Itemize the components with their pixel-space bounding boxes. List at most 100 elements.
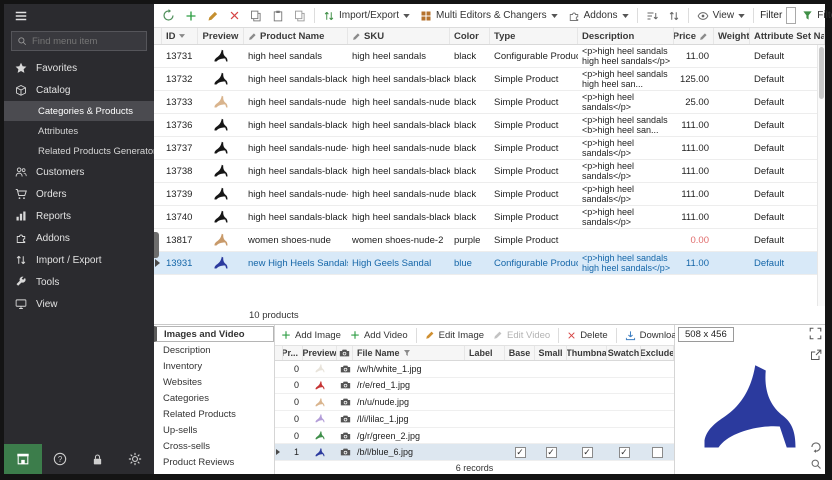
table-row[interactable]: 13733 high heel sandals-nude high heel s… bbox=[154, 91, 825, 114]
store-button[interactable] bbox=[4, 444, 42, 474]
duplicate-button[interactable] bbox=[290, 6, 310, 26]
image-row[interactable]: 0 /r/e/red_1.jpg bbox=[275, 378, 674, 395]
copy-button[interactable] bbox=[246, 6, 266, 26]
settings-button[interactable] bbox=[117, 444, 155, 474]
tab-up-sells[interactable]: Up-sells bbox=[154, 422, 274, 438]
fullscreen-button[interactable] bbox=[809, 327, 822, 340]
sidebar-item-favorites[interactable]: Favorites bbox=[4, 57, 154, 79]
column-header-camera[interactable] bbox=[337, 346, 353, 360]
sidebar-item-orders[interactable]: Orders bbox=[4, 183, 154, 205]
column-header-preview[interactable]: Preview bbox=[303, 346, 337, 360]
sort-button[interactable] bbox=[642, 6, 662, 26]
help-button[interactable] bbox=[42, 444, 80, 474]
scrollbar-thumb[interactable] bbox=[819, 47, 824, 99]
delete-product-button[interactable] bbox=[225, 6, 244, 26]
column-header-sku[interactable]: SKU bbox=[348, 28, 450, 44]
base-checkbox-cell[interactable] bbox=[505, 447, 535, 458]
delete-image-button[interactable]: Delete bbox=[564, 325, 610, 345]
table-row[interactable]: 13731 high heel sandals high heel sandal… bbox=[154, 45, 825, 68]
sidebar-item-related-products-generator[interactable]: Related Products Generator bbox=[4, 141, 154, 161]
edit-product-button[interactable] bbox=[203, 6, 223, 26]
swatch-checkbox[interactable] bbox=[619, 447, 630, 458]
image-row[interactable]: 0 /l/i/lilac_1.jpg bbox=[275, 411, 674, 428]
sidebar-item-categories-products[interactable]: Categories & Products bbox=[4, 101, 154, 121]
sidebar-item-customers[interactable]: Customers bbox=[4, 161, 154, 183]
image-row[interactable]: 0 /w/h/white_1.jpg bbox=[275, 361, 674, 378]
view-menu[interactable]: View bbox=[693, 6, 750, 26]
column-header-color[interactable]: Color bbox=[450, 28, 490, 44]
base-checkbox[interactable] bbox=[515, 447, 526, 458]
edit-image-button[interactable]: Edit Image bbox=[422, 325, 487, 345]
sidebar-item-import-export[interactable]: Import / Export bbox=[4, 249, 154, 271]
image-row-selected[interactable]: 1 /b/l/blue_6.jpg bbox=[275, 444, 674, 461]
sort-columns-button[interactable] bbox=[664, 6, 684, 26]
sidebar-item-view[interactable]: View bbox=[4, 293, 154, 315]
table-row[interactable]: 13732 high heel sandals-black high heel … bbox=[154, 68, 825, 91]
column-header-small[interactable]: Small bbox=[535, 346, 567, 360]
filter-select[interactable]: Show products from selected categories bbox=[786, 7, 796, 24]
sidebar-item-attributes[interactable]: Attributes bbox=[4, 121, 154, 141]
tab-inventory[interactable]: Inventory bbox=[154, 358, 274, 374]
tab-related-products[interactable]: Related Products bbox=[154, 406, 274, 422]
vertical-scrollbar[interactable] bbox=[817, 45, 825, 306]
sidebar-item-catalog[interactable]: Catalog bbox=[4, 79, 154, 101]
tab-description[interactable]: Description bbox=[154, 342, 274, 358]
splitter-handle[interactable] bbox=[154, 232, 159, 258]
multi-editors-menu[interactable]: Multi Editors & Changers bbox=[416, 6, 562, 26]
thumbnail-checkbox[interactable] bbox=[582, 447, 593, 458]
thumbnail-checkbox-cell[interactable] bbox=[567, 447, 607, 458]
tab-websites[interactable]: Websites bbox=[154, 374, 274, 390]
sidebar-item-addons[interactable]: Addons bbox=[4, 227, 154, 249]
small-checkbox-cell[interactable] bbox=[535, 447, 567, 458]
filters-menu[interactable]: Filters bbox=[798, 6, 832, 26]
exclude-checkbox[interactable] bbox=[652, 447, 663, 458]
column-header-priority[interactable]: Pr... bbox=[283, 346, 303, 360]
column-header-description[interactable]: Description bbox=[578, 28, 674, 44]
rotate-button[interactable] bbox=[810, 441, 822, 453]
image-row[interactable]: 0 /g/r/green_2.jpg bbox=[275, 428, 674, 445]
tab-cross-sells[interactable]: Cross-sells bbox=[154, 438, 274, 454]
column-header-id[interactable]: ID bbox=[162, 28, 198, 44]
add-product-button[interactable] bbox=[181, 6, 201, 26]
tab-images-and-video[interactable]: Images and Video bbox=[154, 326, 274, 342]
paste-button[interactable] bbox=[268, 6, 288, 26]
column-header-thumbnail[interactable]: Thumbna bbox=[567, 346, 607, 360]
import-export-menu[interactable]: Import/Export bbox=[319, 6, 414, 26]
add-video-button[interactable]: Add Video bbox=[347, 325, 411, 345]
lock-button[interactable] bbox=[79, 444, 117, 474]
zoom-button[interactable] bbox=[810, 458, 822, 470]
column-header-exclude[interactable]: Exclude bbox=[641, 346, 674, 360]
table-row[interactable]: 13739 high heel sandals-nude-37 high hee… bbox=[154, 183, 825, 206]
column-header-preview[interactable]: Preview bbox=[198, 28, 244, 44]
table-row[interactable]: 13736 high heel sandals-black-36 high he… bbox=[154, 114, 825, 137]
table-row[interactable]: 13817 women shoes-nude women shoes-nude-… bbox=[154, 229, 825, 252]
add-image-button[interactable]: Add Image bbox=[278, 325, 344, 345]
small-checkbox[interactable] bbox=[546, 447, 557, 458]
sidebar-search[interactable] bbox=[11, 31, 147, 51]
column-header-attribute-set[interactable]: Attribute Set Name bbox=[750, 28, 825, 44]
table-row-selected[interactable]: 13931 new High Heels Sandals High Geels … bbox=[154, 252, 825, 275]
column-header-product-name[interactable]: Product Name bbox=[244, 28, 348, 44]
column-header-swatch[interactable]: Swatch bbox=[607, 346, 641, 360]
table-row[interactable]: 13737 high heel sandals-nude-36 high hee… bbox=[154, 137, 825, 160]
open-external-button[interactable] bbox=[810, 349, 822, 361]
column-header-file-name[interactable]: File Name bbox=[353, 346, 465, 360]
menu-search-input[interactable] bbox=[32, 36, 141, 47]
hamburger-menu-button[interactable] bbox=[4, 4, 154, 28]
column-header-base[interactable]: Base bbox=[505, 346, 535, 360]
tab-product-reviews[interactable]: Product Reviews bbox=[154, 454, 274, 470]
column-header-price[interactable]: Price bbox=[674, 28, 714, 44]
addons-menu[interactable]: Addons bbox=[564, 6, 633, 26]
column-header-label[interactable]: Label bbox=[465, 346, 505, 360]
swatch-checkbox-cell[interactable] bbox=[607, 447, 641, 458]
refresh-button[interactable] bbox=[158, 6, 179, 26]
column-header-weight[interactable]: Weight bbox=[714, 28, 750, 44]
edit-video-button[interactable]: Edit Video bbox=[490, 325, 553, 345]
sidebar-item-tools[interactable]: Tools bbox=[4, 271, 154, 293]
column-header-type[interactable]: Type bbox=[490, 28, 578, 44]
table-row[interactable]: 13738 high heel sandals-black-37 high he… bbox=[154, 160, 825, 183]
table-row[interactable]: 13740 high heel sandals-black-38 high he… bbox=[154, 206, 825, 229]
tab-categories[interactable]: Categories bbox=[154, 390, 274, 406]
exclude-checkbox-cell[interactable] bbox=[641, 447, 674, 458]
image-row[interactable]: 0 /n/u/nude.jpg bbox=[275, 394, 674, 411]
